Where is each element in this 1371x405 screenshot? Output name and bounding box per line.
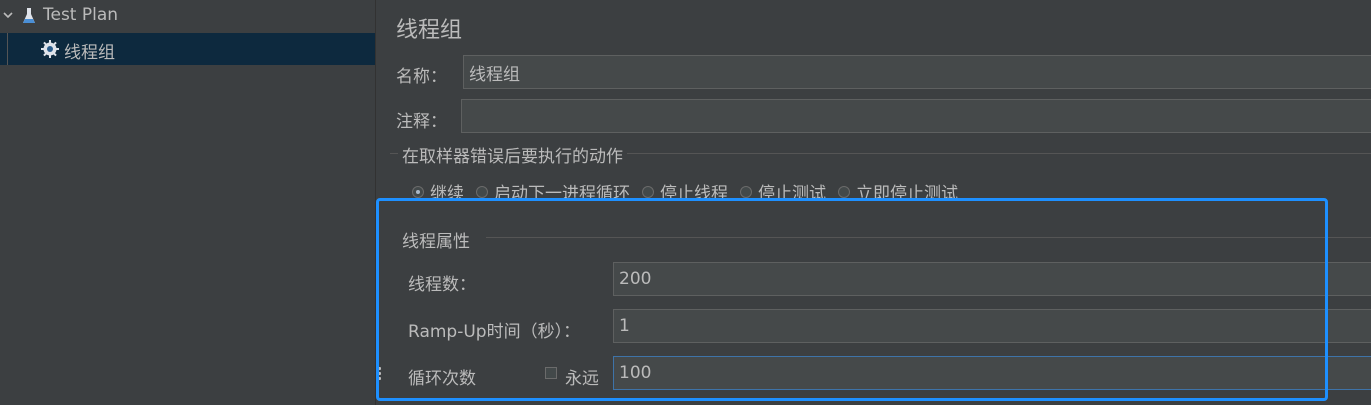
radio-stop-test-now[interactable] xyxy=(838,185,850,198)
radio-label[interactable]: 立即停止测试 xyxy=(856,179,958,204)
tree-node-thread-group[interactable]: 线程组 xyxy=(0,33,375,65)
radio-label[interactable]: 继续 xyxy=(430,179,464,204)
tree-node-label: Test Plan xyxy=(43,5,119,25)
thread-count-label: 线程数： xyxy=(408,275,476,295)
name-field[interactable] xyxy=(463,55,1371,89)
name-label: 名称： xyxy=(396,67,447,87)
rampup-field[interactable] xyxy=(613,309,1371,343)
thread-properties-title: 线程属性 xyxy=(398,227,474,252)
forever-label[interactable]: 永远 xyxy=(565,364,599,389)
radio-continue[interactable] xyxy=(412,185,424,198)
comment-field[interactable] xyxy=(461,99,1371,133)
loop-count-label: 循环次数 xyxy=(408,369,476,389)
error-action-title: 在取样器错误后要执行的动作 xyxy=(398,142,627,167)
chevron-down-icon[interactable] xyxy=(3,10,13,20)
radio-label[interactable]: 停止线程 xyxy=(660,179,728,204)
radio-start-next-loop[interactable] xyxy=(476,185,488,198)
tree-node-label: 线程组 xyxy=(64,43,115,63)
comment-label: 注释： xyxy=(396,112,447,132)
loop-count-field[interactable] xyxy=(613,356,1371,390)
page-title: 线程组 xyxy=(396,18,463,43)
thread-count-field[interactable] xyxy=(613,262,1371,296)
thread-group-editor: 线程组 名称： 注释： 在取样器错误后要执行的动作 继续 启动下一进程循环 停止… xyxy=(382,0,1371,405)
tree-node-test-plan[interactable]: Test Plan xyxy=(0,0,375,32)
panel-splitter[interactable] xyxy=(375,0,382,405)
radio-label[interactable]: 启动下一进程循环 xyxy=(494,179,630,204)
tree-panel: Test Plan 线程组 xyxy=(0,0,375,405)
radio-label[interactable]: 停止测试 xyxy=(758,179,826,204)
flask-icon xyxy=(23,8,35,23)
thread-properties-section xyxy=(486,237,1371,238)
radio-stop-test[interactable] xyxy=(740,185,752,198)
rampup-label: Ramp-Up时间（秒）： xyxy=(408,322,581,342)
forever-checkbox[interactable] xyxy=(545,367,557,379)
error-action-options: 继续 启动下一进程循环 停止线程 停止测试 立即停止测试 xyxy=(412,179,970,204)
radio-stop-thread[interactable] xyxy=(642,185,654,198)
gear-icon xyxy=(41,40,59,58)
